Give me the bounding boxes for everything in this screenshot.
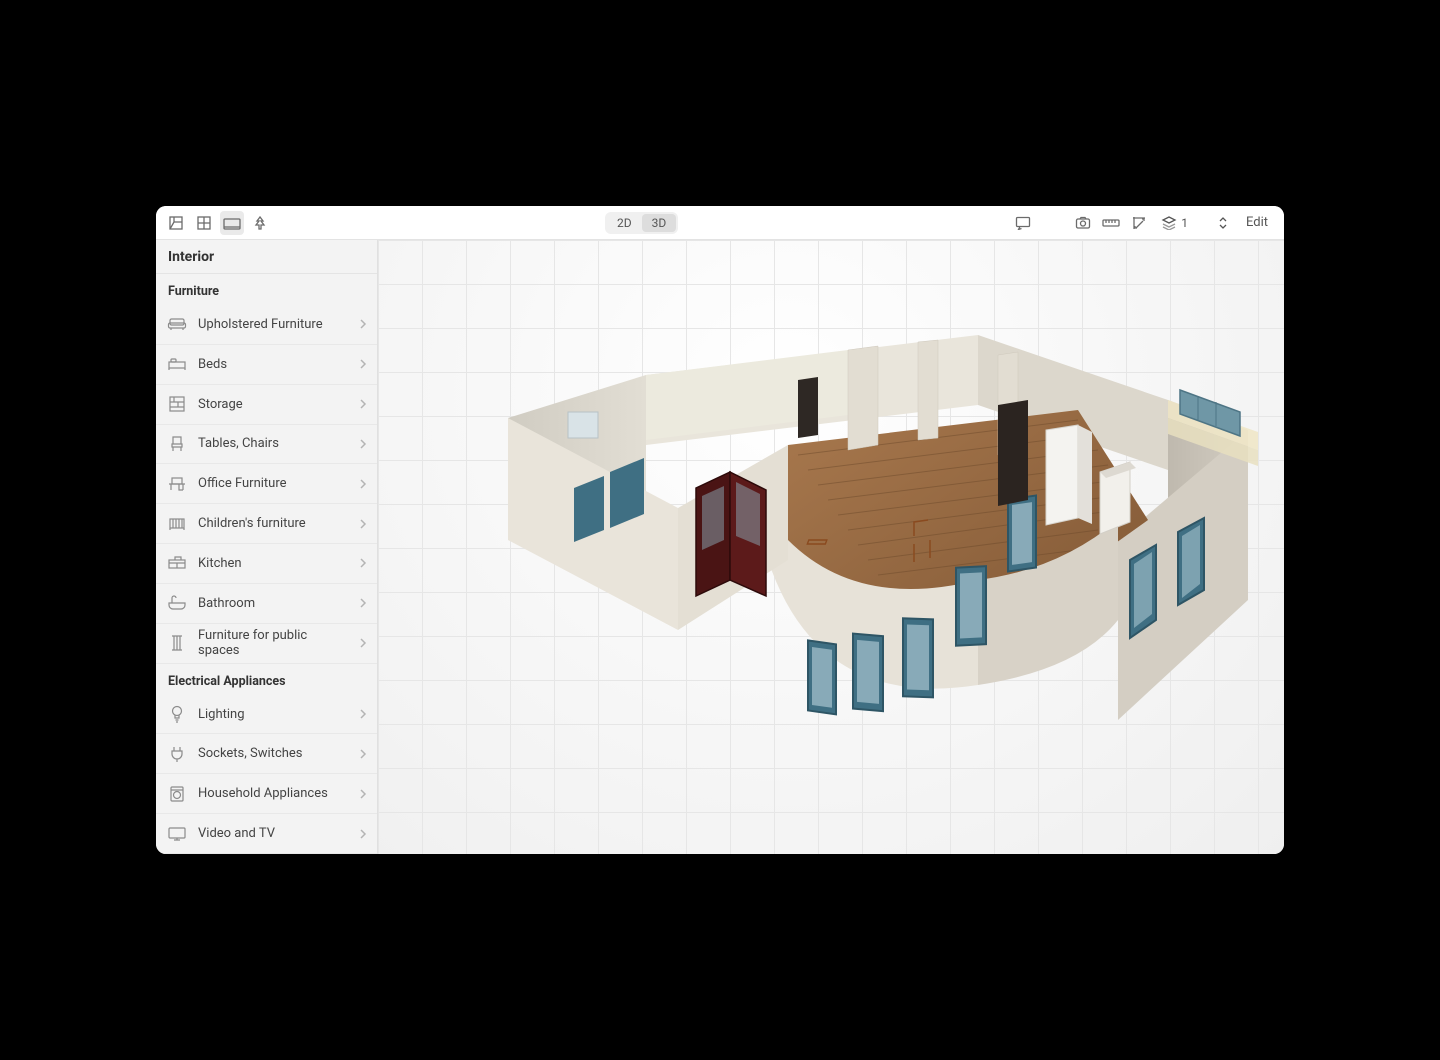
sidebar-item-label: Beds: [198, 357, 349, 372]
floor-selector[interactable]: 1: [1155, 214, 1234, 232]
chevron-right-icon: [359, 828, 367, 840]
sidebar-item-label: Children's furniture: [198, 516, 349, 531]
outdoor-mode-icon[interactable]: [248, 211, 272, 235]
view-3d-button[interactable]: 3D: [642, 214, 677, 232]
chevron-right-icon: [359, 748, 367, 760]
chevron-right-icon: [359, 597, 367, 609]
tv-icon: [166, 823, 188, 845]
chevron-right-icon: [359, 557, 367, 569]
sidebar-item-storage[interactable]: Storage: [156, 385, 377, 425]
sidebar-section-furniture: Furniture: [156, 274, 377, 305]
sidebar-item-public-spaces[interactable]: Furniture for public spaces: [156, 624, 377, 664]
sidebar-section-electrical: Electrical Appliances: [156, 664, 377, 695]
sidebar-item-label: Bathroom: [198, 596, 349, 611]
sidebar-item-label: Office Furniture: [198, 476, 349, 491]
bath-icon: [166, 592, 188, 614]
interior-mode-icon[interactable]: [220, 211, 244, 235]
chevron-right-icon: [359, 398, 367, 410]
sidebar-item-household-appliances[interactable]: Household Appliances: [156, 774, 377, 814]
chevron-right-icon: [359, 358, 367, 370]
annotation-icon[interactable]: [1011, 211, 1035, 235]
sidebar-item-upholstered-furniture[interactable]: Upholstered Furniture: [156, 305, 377, 345]
chair-icon: [166, 433, 188, 455]
app-window: 2D 3D 1 Edit Interior Furniture: [156, 206, 1284, 854]
chevron-right-icon: [359, 318, 367, 330]
sidebar: Interior Furniture Upholstered Furniture…: [156, 240, 378, 854]
sidebar-item-office-furniture[interactable]: Office Furniture: [156, 464, 377, 504]
floor-plan-3d-model: [378, 240, 1284, 854]
floor-number: 1: [1181, 216, 1188, 230]
chevron-right-icon: [359, 478, 367, 490]
bulb-icon: [166, 703, 188, 725]
sidebar-item-tables-chairs[interactable]: Tables, Chairs: [156, 425, 377, 465]
washer-icon: [166, 783, 188, 805]
desk-icon: [166, 473, 188, 495]
camera-icon[interactable]: [1071, 211, 1095, 235]
sidebar-title: Interior: [156, 240, 377, 274]
sidebar-item-label: Household Appliances: [198, 786, 349, 801]
sidebar-item-childrens-furniture[interactable]: Children's furniture: [156, 504, 377, 544]
chevron-right-icon: [359, 637, 367, 649]
sidebar-item-bathroom[interactable]: Bathroom: [156, 584, 377, 624]
sidebar-item-lighting[interactable]: Lighting: [156, 695, 377, 735]
sidebar-item-label: Sockets, Switches: [198, 746, 349, 761]
chevron-right-icon: [359, 518, 367, 530]
view-2d-button[interactable]: 2D: [607, 214, 642, 232]
sidebar-item-label: Furniture for public spaces: [198, 628, 349, 658]
app-body: Interior Furniture Upholstered Furniture…: [156, 240, 1284, 854]
ruler-icon[interactable]: [1099, 211, 1123, 235]
plug-icon: [166, 743, 188, 765]
grid-mode-icon[interactable]: [192, 211, 216, 235]
3d-viewport[interactable]: [378, 240, 1284, 854]
sidebar-item-label: Storage: [198, 397, 349, 412]
sidebar-item-beds[interactable]: Beds: [156, 345, 377, 385]
view-mode-toggle: 2D 3D: [605, 212, 678, 234]
kitchen-icon: [166, 552, 188, 574]
dimensions-icon[interactable]: [1127, 211, 1151, 235]
edit-button[interactable]: Edit: [1238, 213, 1276, 232]
sidebar-item-label: Tables, Chairs: [198, 436, 349, 451]
chevron-right-icon: [359, 708, 367, 720]
sidebar-item-label: Kitchen: [198, 556, 349, 571]
sidebar-item-label: Upholstered Furniture: [198, 317, 349, 332]
sofa-icon: [166, 313, 188, 335]
crib-icon: [166, 513, 188, 535]
sidebar-item-sockets-switches[interactable]: Sockets, Switches: [156, 734, 377, 774]
sidebar-item-label: Video and TV: [198, 826, 349, 841]
layers-icon: [1161, 216, 1177, 230]
sidebar-item-label: Lighting: [198, 707, 349, 722]
sidebar-item-video-tv[interactable]: Video and TV: [156, 814, 377, 854]
chevron-updown-icon: [1218, 216, 1228, 230]
construction-mode-icon[interactable]: [164, 211, 188, 235]
chevron-right-icon: [359, 788, 367, 800]
sidebar-item-kitchen[interactable]: Kitchen: [156, 544, 377, 584]
bed-icon: [166, 353, 188, 375]
shelves-icon: [166, 393, 188, 415]
top-toolbar: 2D 3D 1 Edit: [156, 206, 1284, 240]
chevron-right-icon: [359, 438, 367, 450]
column-icon: [166, 632, 188, 654]
